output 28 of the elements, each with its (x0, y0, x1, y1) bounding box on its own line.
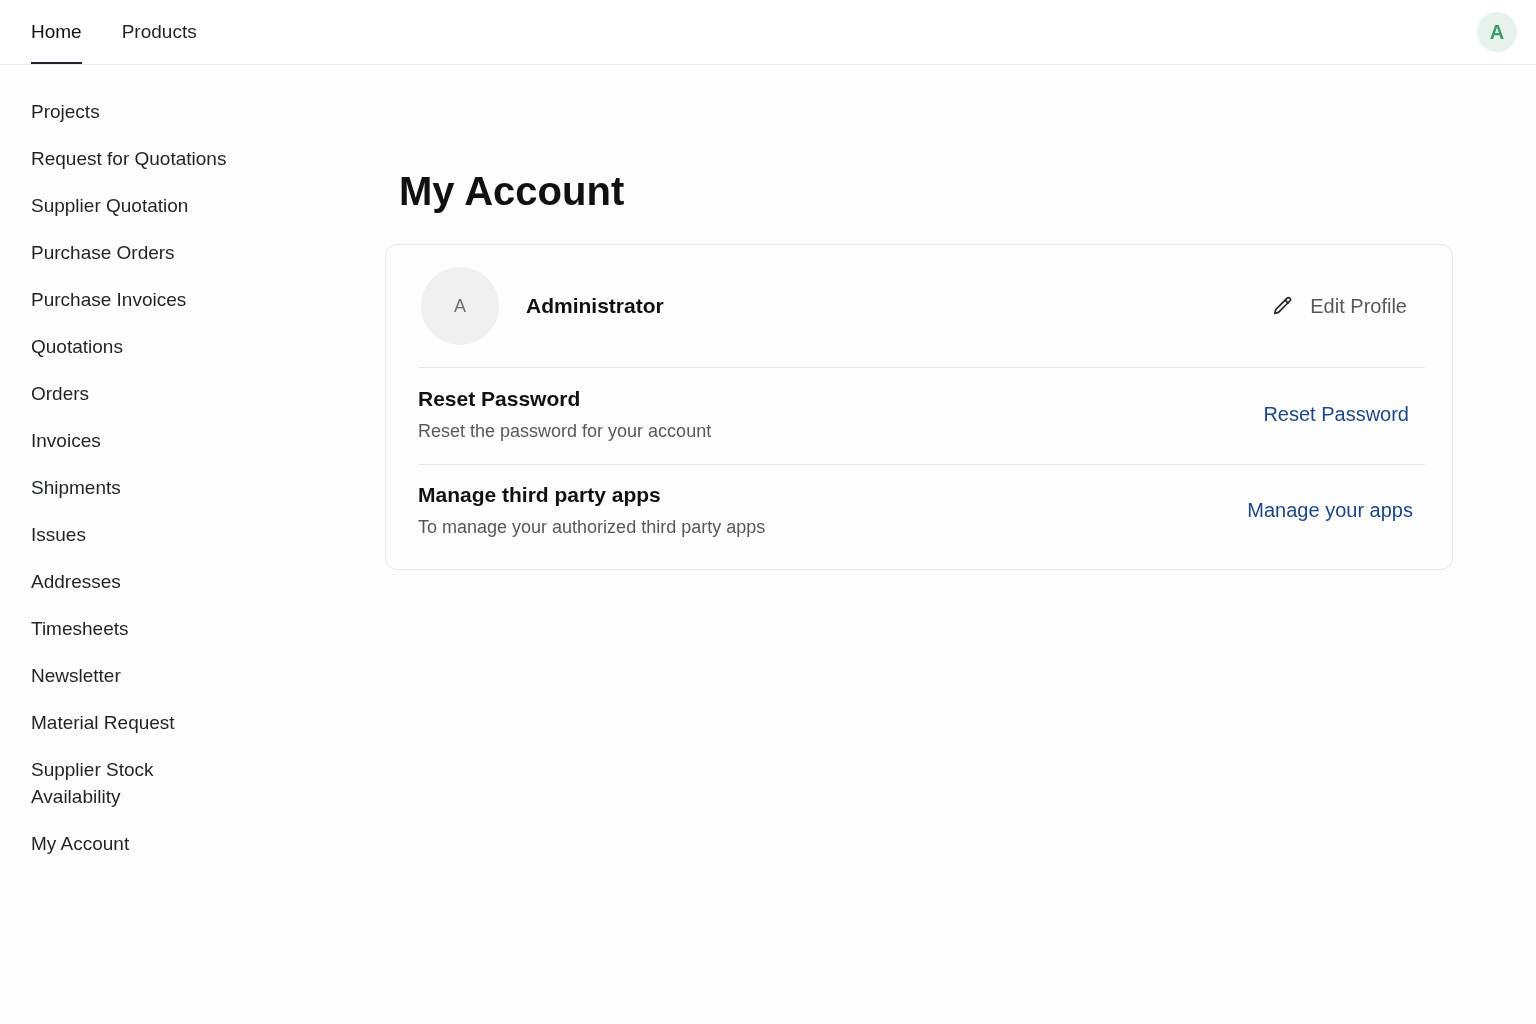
sidebar-link[interactable]: Orders (31, 380, 246, 407)
sidebar-link[interactable]: Newsletter (31, 662, 246, 689)
section-description: Reset the password for your account (418, 420, 712, 443)
action-link[interactable]: Reset Password (1263, 399, 1409, 429)
sidebar-link[interactable]: Projects (31, 98, 246, 125)
user-name: Administrator (526, 293, 664, 320)
action-link[interactable]: Manage your apps (1247, 495, 1413, 525)
sidebar-link[interactable]: Purchase Invoices (31, 286, 246, 313)
sidebar-link[interactable]: Supplier Stock Availability (31, 756, 246, 810)
page-title: My Account (398, 168, 626, 215)
sidebar-link[interactable]: My Account (31, 830, 246, 857)
sidebar-link[interactable]: Request for Quotations (31, 145, 246, 172)
sidebar-link[interactable]: Quotations (31, 333, 246, 360)
edit-profile-button[interactable]: Edit Profile (1272, 291, 1407, 321)
sidebar-link[interactable]: Material Request (31, 709, 246, 736)
sidebar-link[interactable]: Addresses (31, 568, 246, 595)
section-description: To manage your authorized third party apps (418, 516, 766, 539)
sidebar-link[interactable]: Shipments (31, 474, 246, 501)
sidebar-link[interactable]: Invoices (31, 427, 246, 454)
sidebar-link[interactable]: Purchase Orders (31, 239, 246, 266)
sidebar-link[interactable]: Issues (31, 521, 246, 548)
section-title: Manage third party apps (418, 482, 662, 508)
nav-tab[interactable]: Products (121, 0, 197, 64)
sidebar-link[interactable]: Timesheets (31, 615, 246, 642)
profile-avatar: A (421, 267, 499, 345)
nav-tab[interactable]: Home (31, 0, 82, 64)
section-title: Reset Password (418, 386, 582, 412)
sidebar-link[interactable]: Supplier Quotation (31, 192, 246, 219)
